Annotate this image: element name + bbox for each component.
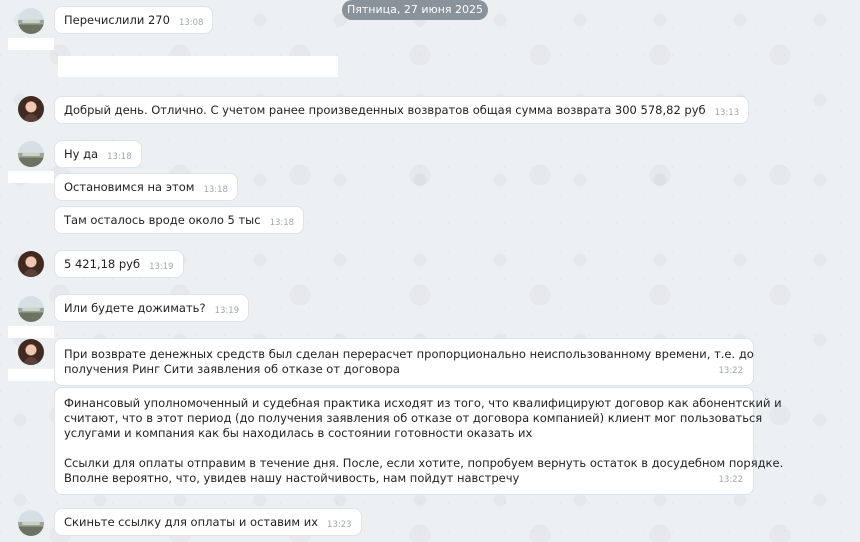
message-text: Или будете дожимать?: [64, 301, 206, 315]
message-bubble[interactable]: 5 421,18 руб 13:19: [54, 250, 184, 278]
message-text: Перечислили 270: [64, 13, 170, 27]
message-bubble[interactable]: Скиньте ссылку для оплаты и оставим их 13…: [54, 508, 362, 536]
message-line: [64, 441, 719, 456]
avatar[interactable]: [18, 96, 44, 122]
message-time: 13:19: [214, 306, 240, 316]
message-line: При возврате денежных средств был сделан…: [64, 347, 754, 361]
redacted-label: [8, 326, 54, 338]
message-bubble[interactable]: Или будете дожимать? 13:19: [54, 294, 250, 322]
avatar[interactable]: [18, 8, 44, 34]
message-line: Ссылки для оплаты отправим в течение дня…: [64, 456, 784, 470]
avatar[interactable]: [18, 141, 44, 167]
avatar[interactable]: [18, 339, 44, 365]
date-separator: Пятница, 27 июня 2025: [342, 0, 488, 20]
message-text: Ну да: [64, 147, 99, 161]
message-bubble[interactable]: При возврате денежных средств был сделан…: [54, 338, 754, 386]
message-time: 13:13: [714, 108, 740, 118]
redacted-label: [8, 171, 54, 183]
avatar[interactable]: [18, 251, 44, 277]
message-line: услугами и компания как бы находилась в …: [64, 426, 533, 440]
message-text: Остановимся на этом: [64, 180, 195, 194]
redacted-label: [8, 38, 54, 50]
message-line: Финансовый уполномоченный и судебная пра…: [64, 396, 782, 410]
message-text: 5 421,18 руб: [64, 257, 141, 271]
redacted-label: [8, 369, 54, 381]
message-bubble[interactable]: Остановимся на этом 13:18: [54, 173, 238, 201]
message-time: 13:18: [269, 218, 295, 228]
message-time: 13:19: [149, 262, 174, 272]
message-time: 13:22: [718, 366, 744, 376]
message-line: Вполне вероятно, что, увидев нашу настой…: [64, 471, 520, 485]
message-time: 13:18: [203, 185, 228, 195]
redacted-content: [58, 56, 338, 77]
message-line: считают, что в этот период (до получения…: [64, 411, 763, 425]
message-bubble[interactable]: Ну да 13:18: [54, 140, 142, 168]
message-time: 13:08: [178, 18, 204, 28]
message-time: 13:18: [107, 152, 132, 162]
message-bubble[interactable]: Добрый день. Отлично. С учетом ранее про…: [54, 96, 750, 124]
message-bubble[interactable]: Финансовый уполномоченный и судебная пра…: [54, 387, 784, 495]
chat-history: Пятница, 27 июня 2025 Перечислили 270 13:…: [0, 0, 860, 542]
avatar[interactable]: [18, 296, 44, 322]
message-time: 13:23: [327, 520, 352, 530]
message-time: 13:22: [718, 475, 744, 485]
avatar[interactable]: [18, 510, 44, 536]
message-bubble[interactable]: Там осталось вроде около 5 тыс 13:18: [54, 206, 305, 234]
message-text: Там осталось вроде около 5 тыс: [64, 213, 261, 227]
message-bubble[interactable]: Перечислили 270 13:08: [54, 6, 214, 34]
message-text: Добрый день. Отлично. С учетом ранее про…: [64, 103, 706, 117]
message-line: получения Ринг Сити заявления об отказе …: [64, 362, 400, 376]
message-text: Скиньте ссылку для оплаты и оставим их: [64, 515, 319, 529]
